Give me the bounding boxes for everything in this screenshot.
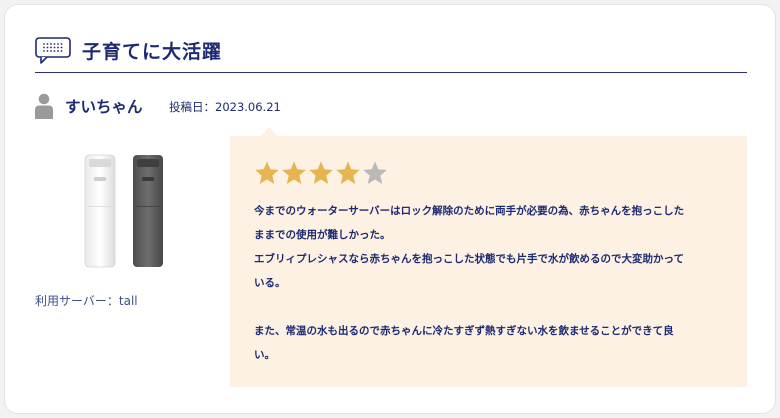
post-date: 投稿日：2023.06.21 xyxy=(169,100,281,114)
water-server-image xyxy=(84,154,163,268)
star-empty-icon xyxy=(363,161,387,184)
review-header: 子育てに大活躍 xyxy=(35,37,747,73)
person-icon xyxy=(35,93,53,119)
star-filled-icon xyxy=(255,161,279,184)
review-line: また、常温の水も出るので赤ちゃんに冷たすぎず熱すぎない水を飲ませることができて良 xyxy=(254,325,674,337)
star-filled-icon xyxy=(309,161,333,184)
review-text: 今までのウォーターサーバーはロック解除のために両手が必要の為、赤ちゃんを抱っこし… xyxy=(254,199,730,367)
chat-bubble-icon xyxy=(35,37,71,64)
review-bubble: 今までのウォーターサーバーはロック解除のために両手が必要の為、赤ちゃんを抱っこし… xyxy=(230,136,747,387)
rating-stars xyxy=(254,160,388,186)
author-row: すいちゃん 投稿日：2023.06.21 xyxy=(35,93,455,121)
star-filled-icon xyxy=(336,161,360,184)
review-title: 子育てに大活躍 xyxy=(82,41,223,63)
server-usage-label: 利用サーバー：tall xyxy=(35,294,138,308)
author-name: すいちゃん xyxy=(65,98,143,116)
review-line: エブリィプレシャスなら赤ちゃんを抱っこした状態でも片手で水が飲めるので大変助かっ… xyxy=(254,253,684,265)
review-line: 今までのウォーターサーバーはロック解除のために両手が必要の為、赤ちゃんを抱っこし… xyxy=(254,205,685,217)
review-line: い。 xyxy=(254,349,275,361)
star-filled-icon xyxy=(282,161,306,184)
review-line: いる。 xyxy=(254,277,286,289)
review-card: 子育てに大活躍 すいちゃん 投稿日：2023.06.21 利用サーバー：tall xyxy=(4,4,776,414)
review-line: ままでの使用が難しかった。 xyxy=(254,229,391,241)
